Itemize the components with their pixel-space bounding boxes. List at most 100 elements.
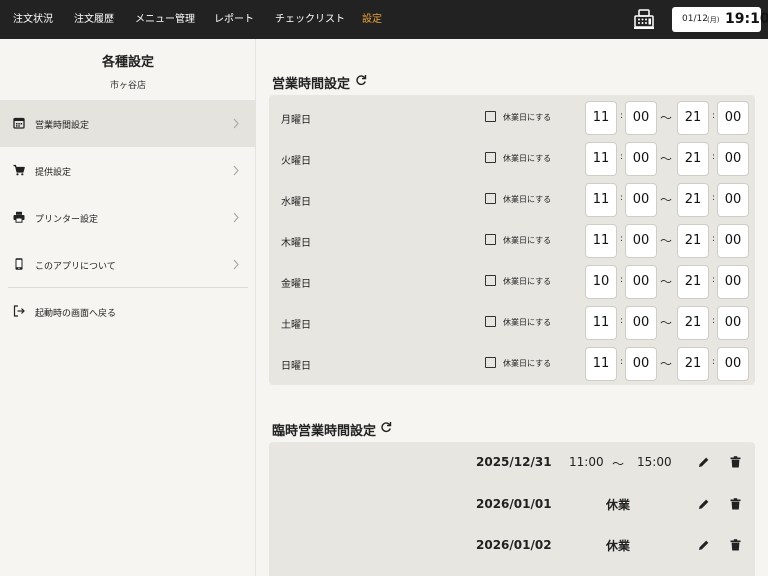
temporary-hours-row: 2026/01/01 休業 [269, 484, 755, 525]
logout-icon [13, 305, 25, 317]
close-minute-field[interactable]: 00 [717, 265, 749, 299]
delete-trash-icon[interactable] [730, 539, 741, 551]
calendar-icon [13, 117, 25, 129]
time-colon: : [712, 193, 716, 203]
day-row: 木曜日 休業日にする 11:00 〜 21:00 [269, 220, 755, 261]
day-name: 水曜日 [281, 197, 311, 208]
close-minute-field[interactable]: 00 [717, 142, 749, 176]
phone-icon [15, 258, 23, 270]
nav-menu-management[interactable]: メニュー管理 [135, 0, 195, 39]
top-nav-bar: 注文状況 注文履歴 メニュー管理 レポート チェックリスト 設定 01/12 (… [0, 0, 768, 39]
nav-order-history[interactable]: 注文履歴 [74, 0, 114, 39]
time-colon: : [712, 316, 716, 326]
open-hour-field[interactable]: 11 [585, 183, 617, 217]
holiday-checkbox[interactable] [485, 111, 496, 122]
chevron-right-icon [233, 165, 239, 176]
nav-order-status[interactable]: 注文状況 [13, 0, 53, 39]
close-minute-field[interactable]: 00 [717, 306, 749, 340]
open-minute-field[interactable]: 00 [625, 265, 657, 299]
holiday-checkbox[interactable] [485, 275, 496, 286]
open-minute-field[interactable]: 00 [625, 224, 657, 258]
refresh-icon[interactable] [355, 74, 367, 86]
time-colon: : [620, 316, 624, 326]
close-hour-field[interactable]: 21 [677, 183, 709, 217]
close-hour-field[interactable]: 21 [677, 142, 709, 176]
sidebar-item-business-hours[interactable]: 営業時間設定 [0, 100, 256, 147]
close-hour-field[interactable]: 21 [677, 265, 709, 299]
sidebar-item-serving[interactable]: 提供設定 [0, 147, 256, 194]
clock-weekday: (月) [707, 16, 720, 24]
open-hour-field[interactable]: 11 [585, 347, 617, 381]
time-colon: : [620, 111, 624, 121]
day-row: 金曜日 休業日にする 10:00 〜 21:00 [269, 261, 755, 302]
edit-pencil-icon[interactable] [698, 456, 710, 468]
sidebar-item-about[interactable]: このアプリについて [0, 241, 256, 288]
open-minute-field[interactable]: 00 [625, 183, 657, 217]
back-to-start-label: 起動時の画面へ戻る [35, 309, 117, 319]
day-row: 月曜日 休業日にする 11:00 〜 21:00 [269, 97, 755, 138]
holiday-checkbox[interactable] [485, 193, 496, 204]
open-minute-field[interactable]: 00 [625, 306, 657, 340]
time-range-tilde: 〜 [660, 111, 673, 125]
chevron-right-icon [233, 212, 239, 223]
clock-display: 01/12 (月) 19:10 [672, 7, 768, 32]
nav-settings[interactable]: 設定 [362, 0, 382, 39]
close-minute-field[interactable]: 00 [717, 347, 749, 381]
back-to-start-button[interactable]: 起動時の画面へ戻る [0, 288, 256, 335]
day-name: 木曜日 [281, 238, 311, 249]
holiday-checkbox[interactable] [485, 316, 496, 327]
sidebar-item-label: 営業時間設定 [35, 121, 90, 131]
store-name: 市ヶ谷店 [109, 81, 146, 91]
temporary-hours-row: 2025/12/31 11:00 〜 15:00 [269, 442, 755, 483]
open-minute-field[interactable]: 00 [625, 101, 657, 135]
cash-register-icon[interactable] [633, 9, 655, 30]
edit-pencil-icon[interactable] [698, 498, 710, 510]
time-range-tilde: 〜 [660, 193, 673, 207]
close-hour-field[interactable]: 21 [677, 101, 709, 135]
sidebar-item-printer[interactable]: プリンター設定 [0, 194, 256, 241]
day-row: 日曜日 休業日にする 11:00 〜 21:00 [269, 343, 755, 384]
closed-label: 休業 [606, 497, 631, 512]
holiday-checkbox[interactable] [485, 234, 496, 245]
time-range-tilde: 〜 [612, 457, 625, 471]
close-minute-field[interactable]: 00 [717, 224, 749, 258]
closed-label: 休業 [606, 539, 631, 553]
holiday-checkbox[interactable] [485, 152, 496, 163]
open-hour-field[interactable]: 11 [585, 224, 617, 258]
cart-icon [13, 164, 25, 176]
open-hour-field[interactable]: 11 [585, 306, 617, 340]
holiday-checkbox-label: 休業日にする [503, 359, 552, 368]
nav-checklist[interactable]: チェックリスト [275, 0, 345, 39]
open-minute-field[interactable]: 00 [625, 347, 657, 381]
temporary-date: 2026/01/02 [476, 538, 552, 552]
open-hour-field[interactable]: 10 [585, 265, 617, 299]
delete-trash-icon[interactable] [730, 456, 741, 468]
delete-trash-icon[interactable] [730, 497, 741, 510]
day-row: 土曜日 休業日にする 11:00 〜 21:00 [269, 302, 755, 343]
holiday-checkbox-label: 休業日にする [503, 195, 552, 204]
temporary-start-time: 11:00 [569, 455, 604, 469]
close-hour-field[interactable]: 21 [677, 224, 709, 258]
open-minute-field[interactable]: 00 [625, 142, 657, 176]
holiday-checkbox-label: 休業日にする [503, 236, 552, 245]
holiday-checkbox[interactable] [485, 357, 496, 368]
clock-date: 01/12 [682, 14, 708, 24]
nav-report[interactable]: レポート [214, 0, 254, 39]
clock-time: 19:10 [725, 11, 768, 27]
sidebar-title: 各種設定 [101, 55, 154, 70]
close-minute-field[interactable]: 00 [717, 101, 749, 135]
time-range-tilde: 〜 [660, 275, 673, 289]
holiday-checkbox-label: 休業日にする [503, 154, 552, 163]
time-range-tilde: 〜 [660, 357, 673, 371]
open-hour-field[interactable]: 11 [585, 142, 617, 176]
close-hour-field[interactable]: 21 [677, 347, 709, 381]
refresh-icon[interactable] [380, 421, 392, 433]
close-hour-field[interactable]: 21 [677, 306, 709, 340]
day-row: 火曜日 休業日にする 11:00 〜 21:00 [269, 138, 755, 179]
close-minute-field[interactable]: 00 [717, 183, 749, 217]
day-name: 土曜日 [281, 320, 311, 331]
time-colon: : [620, 193, 624, 203]
open-hour-field[interactable]: 11 [585, 101, 617, 135]
edit-pencil-icon[interactable] [698, 539, 710, 551]
chevron-right-icon [233, 118, 239, 129]
